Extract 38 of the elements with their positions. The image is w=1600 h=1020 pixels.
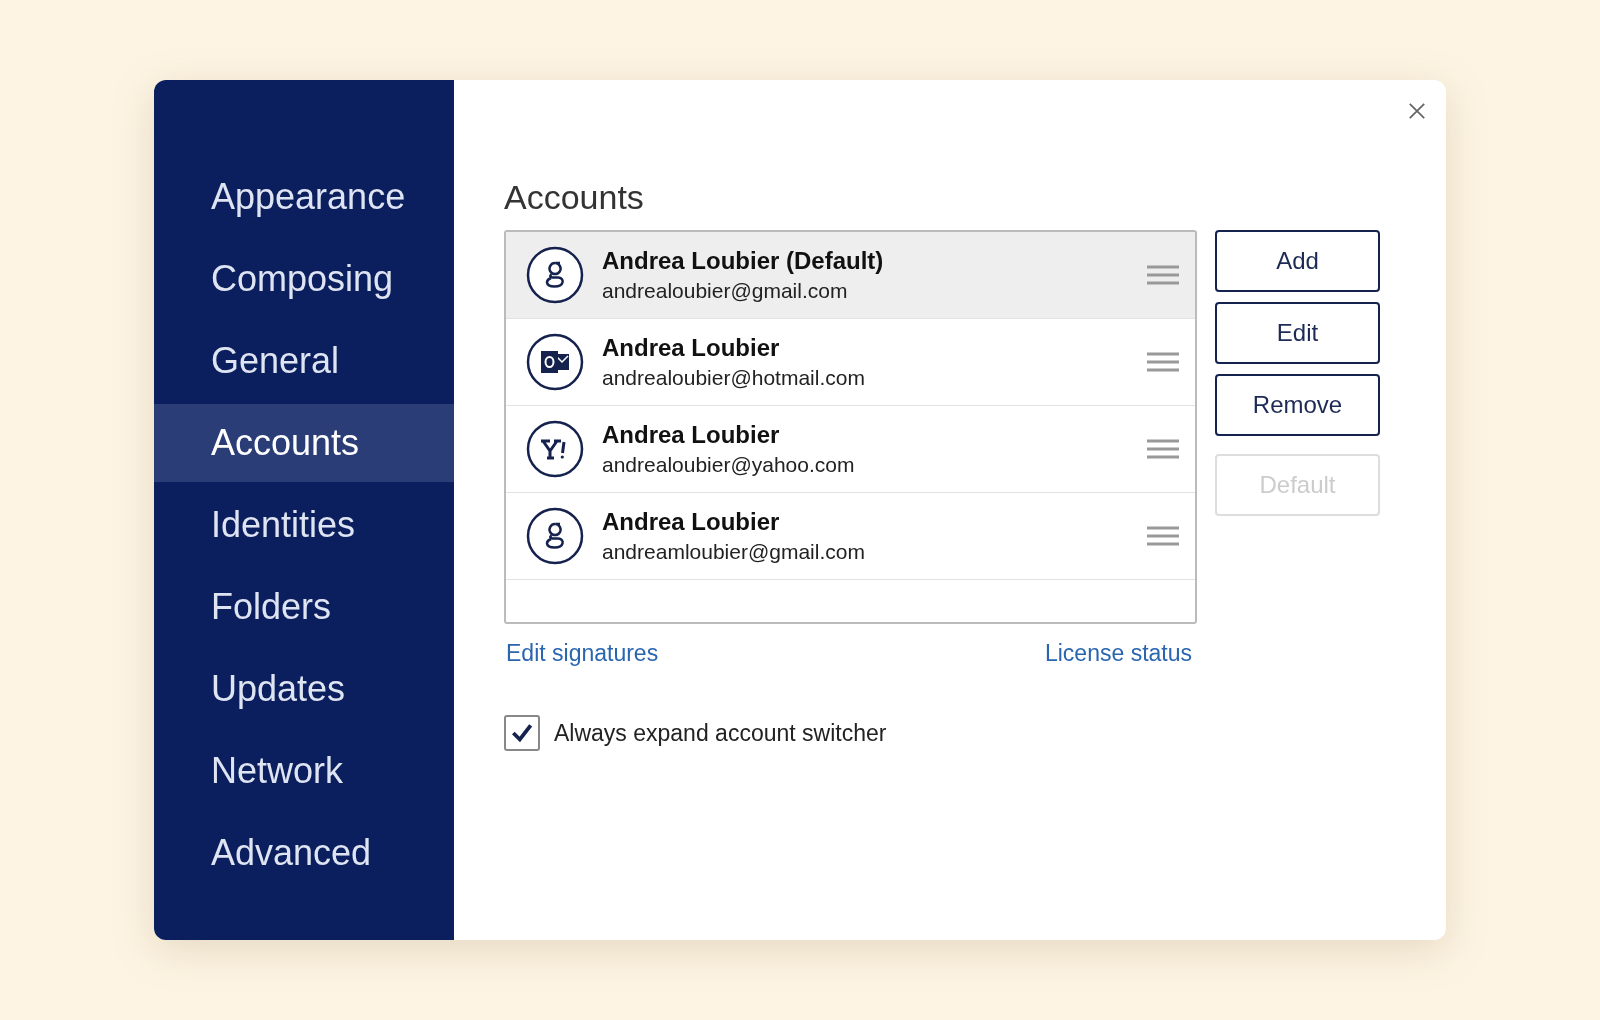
link[interactable]: Edit signatures — [504, 640, 664, 667]
sidebar-item[interactable]: Advanced — [154, 814, 454, 892]
account-email: andreamloubier@gmail.com — [602, 540, 866, 564]
account-row[interactable]: Andrea Loubier andreamloubier@gmail.com — [506, 493, 1195, 580]
sidebar-item[interactable]: Accounts — [154, 404, 454, 482]
sidebar-item[interactable]: Updates — [154, 650, 454, 728]
account-row[interactable]: Andrea Loubier andrealoubier@hotmail.com — [506, 319, 1195, 406]
sidebar-item[interactable]: Composing — [154, 240, 454, 318]
account-email: andrealoubier@yahoo.com — [602, 453, 856, 477]
close-icon[interactable] — [1408, 102, 1426, 120]
account-row[interactable]: Andrea Loubier (Default) andrealoubier@gmail.com — [506, 232, 1195, 319]
drag-handle-icon[interactable] — [1147, 265, 1179, 285]
drag-handle-icon[interactable] — [1147, 526, 1179, 546]
action-button[interactable]: Remove — [1215, 374, 1380, 436]
section-heading: Accounts — [504, 177, 645, 218]
sidebar-item[interactable]: General — [154, 322, 454, 400]
sidebar-item[interactable]: Identities — [154, 486, 454, 564]
sidebar-item[interactable]: Appearance — [154, 158, 454, 236]
link[interactable]: License status — [1042, 640, 1197, 667]
drag-handle-icon[interactable] — [1147, 352, 1179, 372]
drag-handle-icon[interactable] — [1147, 439, 1179, 459]
action-button[interactable]: Edit — [1215, 302, 1380, 364]
account-row[interactable]: Andrea Loubier andrealoubier@yahoo.com — [506, 406, 1195, 493]
account-name: Andrea Loubier — [602, 334, 781, 362]
checkbox-label: Always expand account switcher — [554, 719, 887, 747]
action-button[interactable]: Add — [1215, 230, 1380, 292]
google-icon — [526, 507, 584, 565]
google-icon — [526, 246, 584, 304]
checkbox[interactable] — [504, 715, 540, 751]
account-email: andrealoubier@gmail.com — [602, 279, 849, 303]
sidebar-item[interactable]: Network — [154, 732, 454, 810]
outlook-icon — [526, 333, 584, 391]
yahoo-icon — [526, 420, 584, 478]
account-name: Andrea Loubier (Default) — [602, 247, 885, 275]
account-name: Andrea Loubier — [602, 508, 781, 536]
account-email: andrealoubier@hotmail.com — [602, 366, 866, 390]
sidebar-item[interactable]: Folders — [154, 568, 454, 646]
account-name: Andrea Loubier — [602, 421, 781, 449]
